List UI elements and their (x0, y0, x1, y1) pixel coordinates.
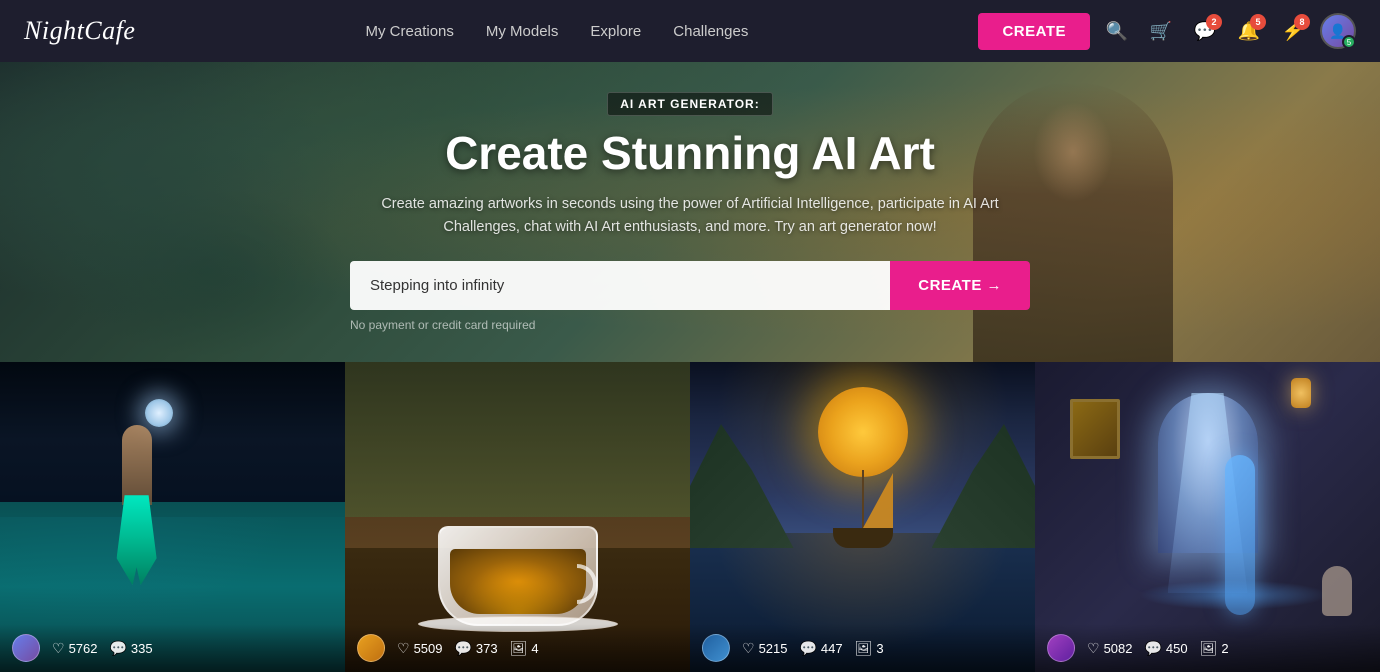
comment-icon-1: 💬 (109, 640, 126, 657)
nav-explore[interactable]: Explore (590, 23, 641, 40)
creator-avatar-1 (12, 634, 40, 662)
comment-icon-3: 💬 (799, 640, 816, 657)
gallery-item-1[interactable]: ♡ 5762 💬 335 (0, 362, 345, 672)
shop-icon: 🛒 (1150, 21, 1172, 42)
comment-icon-2: 💬 (454, 640, 471, 657)
likes-stat-1: ♡ 5762 (52, 640, 97, 657)
images-count-2: 4 (531, 641, 538, 656)
tea-liquid (450, 549, 586, 614)
comments-stat-3: 💬 447 (799, 640, 842, 657)
heart-icon-4: ♡ (1087, 640, 1100, 657)
hero-tag: AI ART GENERATOR: (607, 92, 772, 116)
shop-button[interactable]: 🛒 (1144, 14, 1178, 48)
sail-hull (833, 528, 893, 548)
nav-links: My Creations My Models Explore Challenge… (366, 23, 749, 40)
likes-count-3: 5215 (759, 641, 788, 656)
tea-bg-top (345, 362, 690, 517)
nav-my-creations[interactable]: My Creations (366, 23, 454, 40)
nav-actions: CREATE 🔍 🛒 💬 2 🔔 5 ⚡ 8 👤 5 (978, 13, 1356, 50)
likes-stat-3: ♡ 5215 (742, 640, 787, 657)
creator-avatar-2 (357, 634, 385, 662)
nav-my-models[interactable]: My Models (486, 23, 559, 40)
image-icon-3: 🖼 (855, 640, 873, 657)
tea-cup (438, 526, 598, 626)
comments-count-2: 373 (476, 641, 498, 656)
hero-content: AI ART GENERATOR: Create Stunning AI Art… (330, 92, 1050, 332)
images-count-4: 2 (1221, 641, 1228, 656)
comments-count-1: 335 (131, 641, 153, 656)
search-icon: 🔍 (1106, 21, 1128, 42)
images-stat-4: 🖼 2 (1200, 640, 1229, 657)
mermaid-moon (145, 399, 173, 427)
image-icon-2: 🖼 (510, 640, 528, 657)
hero-note: No payment or credit card required (350, 318, 1030, 332)
art-prompt-input[interactable] (350, 261, 890, 310)
likes-stat-4: ♡ 5082 (1087, 640, 1132, 657)
comments-stat-4: 💬 450 (1144, 640, 1187, 657)
figure (1322, 566, 1352, 616)
gallery-stats-4: ♡ 5082 💬 450 🖼 2 (1035, 624, 1380, 672)
mermaid-body (122, 425, 152, 505)
pool (1139, 580, 1329, 610)
creator-avatar-4 (1047, 634, 1075, 662)
likes-count-4: 5082 (1104, 641, 1133, 656)
gallery-stats-1: ♡ 5762 💬 335 (0, 624, 345, 672)
lantern (1291, 378, 1311, 408)
images-count-3: 3 (876, 641, 883, 656)
avatar-online-badge: 5 (1342, 35, 1356, 49)
mermaid-tail (117, 495, 157, 585)
alerts-button[interactable]: ⚡ 8 (1276, 14, 1310, 48)
hero-description: Create amazing artworks in seconds using… (350, 193, 1030, 239)
hero-title: Create Stunning AI Art (350, 128, 1030, 179)
chat-badge: 2 (1206, 14, 1222, 30)
search-button[interactable]: 🔍 (1100, 14, 1134, 48)
user-avatar[interactable]: 👤 5 (1320, 13, 1356, 49)
comments-count-3: 447 (821, 641, 843, 656)
likes-count-1: 5762 (69, 641, 98, 656)
logo[interactable]: NightCafe (24, 16, 135, 46)
comments-count-4: 450 (1166, 641, 1188, 656)
creator-avatar-3 (702, 634, 730, 662)
sail-boat (833, 468, 893, 548)
heart-icon-3: ♡ (742, 640, 755, 657)
hero-input-row: CREATE → (350, 261, 1030, 310)
image-icon-4: 🖼 (1200, 640, 1218, 657)
wall-painting (1070, 399, 1120, 459)
hero-create-button[interactable]: CREATE → (890, 261, 1030, 310)
navbar: NightCafe My Creations My Models Explore… (0, 0, 1380, 62)
likes-count-2: 5509 (414, 641, 443, 656)
heart-icon-1: ♡ (52, 640, 65, 657)
images-stat-2: 🖼 4 (510, 640, 539, 657)
comments-stat-2: 💬 373 (454, 640, 497, 657)
heart-icon-2: ♡ (397, 640, 410, 657)
gallery-section: ♡ 5762 💬 335 (0, 362, 1380, 672)
likes-stat-2: ♡ 5509 (397, 640, 442, 657)
comment-icon-4: 💬 (1144, 640, 1161, 657)
comments-stat-1: 💬 335 (109, 640, 152, 657)
hero-section: AI ART GENERATOR: Create Stunning AI Art… (0, 62, 1380, 362)
notifications-button[interactable]: 🔔 5 (1232, 14, 1266, 48)
nav-challenges[interactable]: Challenges (673, 23, 748, 40)
chat-button[interactable]: 💬 2 (1188, 14, 1222, 48)
notifications-badge: 5 (1250, 14, 1266, 30)
gallery-stats-2: ♡ 5509 💬 373 🖼 4 (345, 624, 690, 672)
gallery-item-3[interactable]: ♡ 5215 💬 447 🖼 3 (690, 362, 1035, 672)
nav-create-button[interactable]: CREATE (978, 13, 1090, 50)
alerts-badge: 8 (1294, 14, 1310, 30)
images-stat-3: 🖼 3 (855, 640, 884, 657)
gallery-stats-3: ♡ 5215 💬 447 🖼 3 (690, 624, 1035, 672)
sail-sail (863, 473, 893, 528)
mermaid-figure (97, 425, 177, 585)
gallery-item-4[interactable]: ♡ 5082 💬 450 🖼 2 (1035, 362, 1380, 672)
gallery-item-2[interactable]: ♡ 5509 💬 373 🖼 4 (345, 362, 690, 672)
tea-glow (450, 549, 586, 614)
